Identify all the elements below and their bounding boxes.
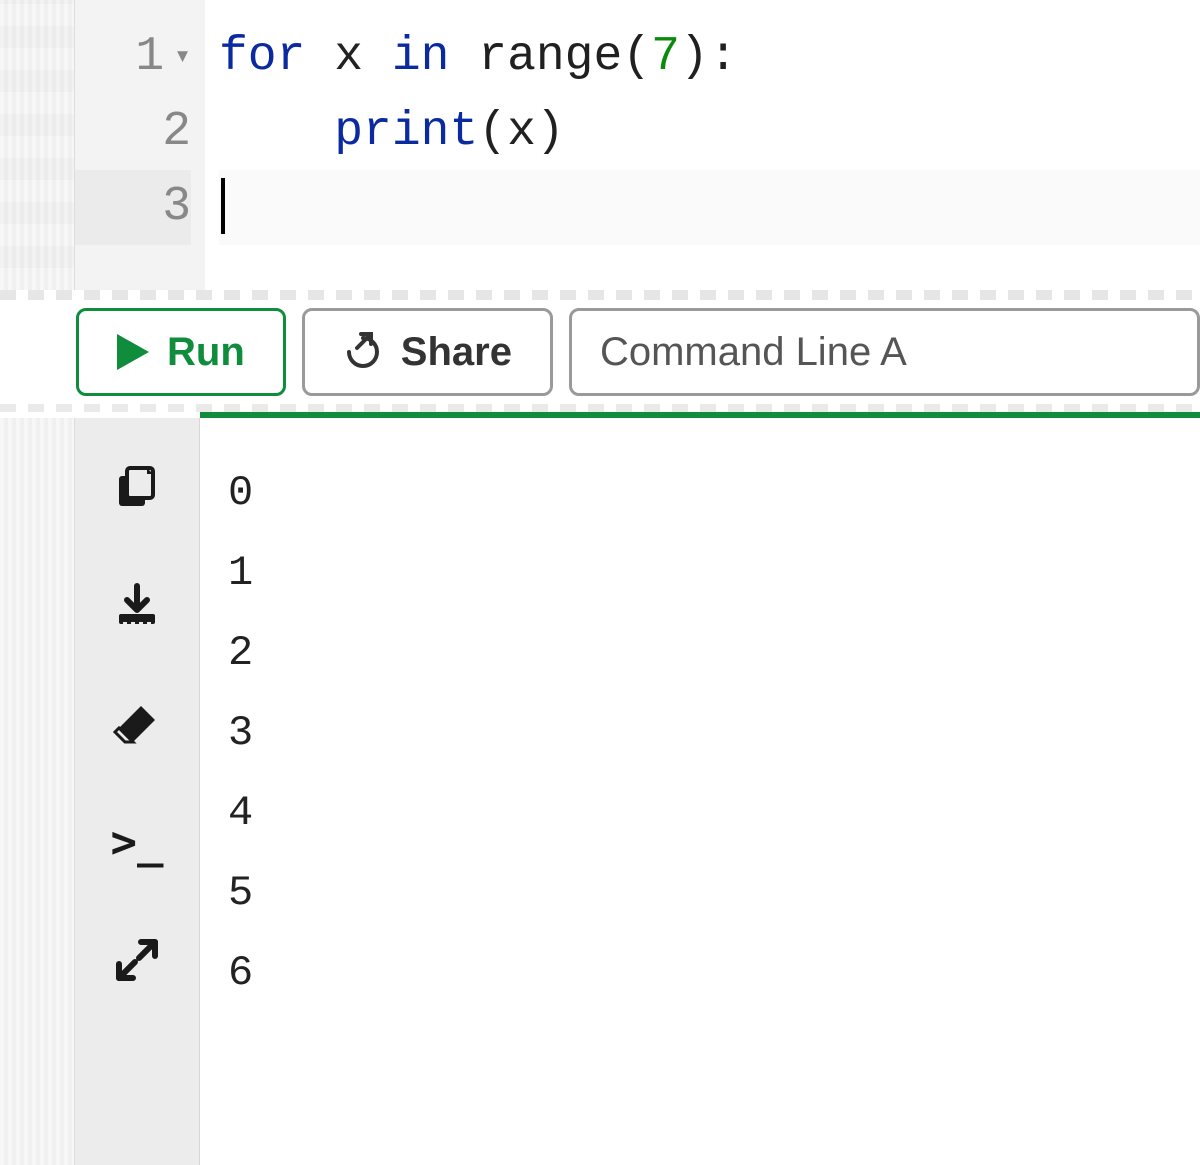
output-line: 6 (228, 934, 1200, 1014)
download-icon (113, 582, 161, 630)
button-divider (0, 404, 1200, 412)
output-line: 2 (228, 614, 1200, 694)
output-line: 5 (228, 854, 1200, 934)
code-line[interactable] (219, 170, 1200, 245)
line-number: 2 (75, 95, 191, 170)
command-line-button[interactable]: Command Line A (569, 308, 1200, 396)
terminal-icon: >_ (111, 817, 164, 868)
code-editor[interactable]: 1▾23 for x in range(7): print(x) (0, 0, 1200, 290)
output-panel: >_ 0123456 (0, 418, 1200, 1165)
line-number: 3 (75, 170, 191, 245)
output-line: 1 (228, 534, 1200, 614)
editor-left-strip (0, 0, 75, 290)
command-line-label: Command Line A (600, 330, 907, 375)
editor-divider (0, 290, 1200, 300)
output-line: 4 (228, 774, 1200, 854)
erase-button[interactable] (107, 694, 167, 754)
fullscreen-icon (113, 936, 161, 984)
code-line[interactable]: print(x) (219, 95, 1200, 170)
copy-button[interactable] (107, 458, 167, 518)
output-toolbar: >_ (75, 418, 200, 1165)
output-left-strip (0, 418, 75, 1165)
share-button-label: Share (401, 330, 512, 375)
line-number: 1▾ (75, 20, 191, 95)
line-number-gutter: 1▾23 (75, 0, 205, 290)
text-cursor (221, 178, 225, 234)
copy-icon (113, 464, 161, 512)
output-text[interactable]: 0123456 (200, 418, 1200, 1165)
code-line[interactable]: for x in range(7): (219, 20, 1200, 95)
share-button[interactable]: Share (302, 308, 553, 396)
fullscreen-button[interactable] (107, 930, 167, 990)
terminal-button[interactable]: >_ (107, 812, 167, 872)
output-line: 0 (228, 454, 1200, 534)
download-button[interactable] (107, 576, 167, 636)
play-icon (117, 334, 149, 370)
app-root: 1▾23 for x in range(7): print(x) Run Sha… (0, 0, 1200, 1165)
fold-caret-icon[interactable]: ▾ (174, 20, 191, 95)
action-bar: Run Share Command Line A (0, 300, 1200, 404)
run-button[interactable]: Run (76, 308, 286, 396)
run-button-label: Run (167, 330, 245, 375)
code-content[interactable]: for x in range(7): print(x) (205, 0, 1200, 290)
eraser-icon (113, 700, 161, 748)
share-icon (343, 332, 383, 372)
output-line: 3 (228, 694, 1200, 774)
